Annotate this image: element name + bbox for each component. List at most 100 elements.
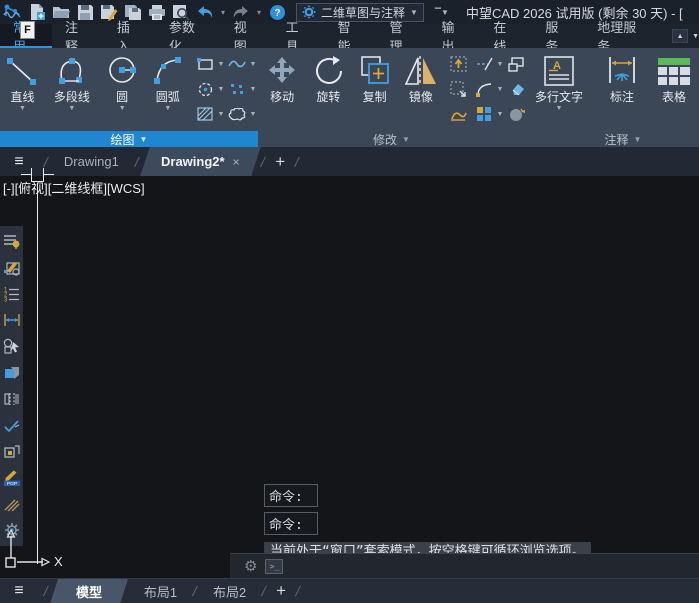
line-button[interactable]: 直线 ▼ <box>2 48 43 113</box>
doc-tab-drawing2[interactable]: Drawing2* × <box>140 147 260 176</box>
panel-title-annotate[interactable]: 注释 ▼ <box>525 131 699 147</box>
blend-icon[interactable] <box>449 105 467 123</box>
circle-dropdown-icon[interactable]: ▼ <box>119 104 126 113</box>
tab-view[interactable]: 视图 <box>221 24 273 48</box>
table-button[interactable]: 表格 <box>651 48 697 104</box>
spline-icon[interactable] <box>228 55 246 73</box>
quick-select-icon[interactable] <box>3 337 21 355</box>
viewport-visual-style-control[interactable]: [二维线框] <box>48 181 107 196</box>
doc-tab-drawing1[interactable]: Drawing1 <box>54 147 129 176</box>
scale-icon[interactable] <box>449 80 467 98</box>
align-icon[interactable] <box>507 55 525 73</box>
copy-icon <box>358 52 392 90</box>
mirror-tool-icon[interactable] <box>3 390 21 408</box>
panel-title-draw[interactable]: 绘图 ▼ <box>0 131 258 147</box>
polyline-check-icon[interactable] <box>3 417 21 435</box>
move-button[interactable]: 移动 <box>262 48 302 104</box>
tab-annotate[interactable]: 注释 <box>52 24 104 48</box>
polyline-dropdown-icon[interactable]: ▼ <box>68 104 75 113</box>
quick-dimension-icon[interactable] <box>3 311 21 329</box>
tab-parametric[interactable]: 参数化 <box>156 24 221 48</box>
viewport-ucs-control[interactable]: [WCS] <box>107 181 145 196</box>
viewport-view-control[interactable]: [俯视] <box>15 181 48 196</box>
edit-attribute-icon[interactable] <box>3 258 21 276</box>
layer-manager-icon[interactable] <box>3 232 21 250</box>
new-drawing-tab-icon[interactable]: + <box>275 152 285 172</box>
array-icon[interactable] <box>475 105 493 123</box>
keytip-f: F <box>20 21 35 39</box>
command-settings-gear-icon[interactable]: ⚙ <box>244 557 257 575</box>
block-editor-icon[interactable] <box>3 443 21 461</box>
revision-cloud-dropdown-icon[interactable]: ▼ <box>248 111 258 118</box>
mtext-button[interactable]: A 多行文字 ▼ <box>527 48 591 113</box>
print-icon[interactable] <box>146 2 168 22</box>
layout-tab-layout2[interactable]: 布局2 <box>203 579 256 603</box>
array-dropdown-icon[interactable]: ▼ <box>495 111 505 118</box>
redo-dropdown-icon[interactable]: ▾ <box>254 8 264 17</box>
rotate-button[interactable]: 旋转 <box>308 48 348 104</box>
layout-tab-model[interactable]: 模型 <box>50 579 128 603</box>
ellipse-icon[interactable] <box>196 80 214 98</box>
dimension-button[interactable]: 标注 <box>599 48 645 104</box>
ribbon-options-icon[interactable]: ▼ <box>692 33 699 40</box>
tab-separator: / <box>261 583 268 599</box>
tab-manage[interactable]: 管理 <box>377 24 429 48</box>
revision-cloud-icon[interactable] <box>228 105 246 123</box>
panel-modify: 移动 旋转 复制 镜像 <box>258 48 525 147</box>
mtext-dropdown-icon[interactable]: ▼ <box>556 104 563 113</box>
drawing-canvas[interactable]: [-][俯视][二维线框][WCS] 123 PGP 命令: 命令: 当前处于“… <box>0 176 699 578</box>
ellipse-dropdown-icon[interactable]: ▼ <box>216 86 226 93</box>
svg-text:?: ? <box>274 8 280 19</box>
layout-tab-layout1[interactable]: 布局1 <box>134 579 187 603</box>
circle-icon <box>105 52 139 90</box>
block-insert-icon[interactable] <box>3 364 21 382</box>
tab-tools[interactable]: 工具 <box>273 24 325 48</box>
arc-button[interactable]: 圆弧 ▼ <box>144 48 192 113</box>
arc-dropdown-icon[interactable]: ▼ <box>164 104 171 113</box>
pgp-edit-icon[interactable]: PGP <box>3 469 21 487</box>
panel-title-modify[interactable]: 修改 ▼ <box>258 131 525 147</box>
rectangle-icon[interactable] <box>196 55 214 73</box>
hatch-lines-icon[interactable] <box>3 496 21 514</box>
viewport-minimize-control[interactable]: [-] <box>3 181 15 196</box>
spline-dropdown-icon[interactable]: ▼ <box>248 61 258 68</box>
tab-output[interactable]: 输出 <box>428 24 480 48</box>
document-tab-bar: ≡ / Drawing1 / Drawing2* × / + / <box>0 147 699 176</box>
zwcad-window: ▾ ▾ ? 二维草图与注释 ▼ ▔▼ 中望CAD 2026 试用版 (剩余 30… <box>0 0 699 603</box>
fillet-icon[interactable] <box>475 80 493 98</box>
tab-smart[interactable]: 智能 <box>325 24 377 48</box>
fillet-dropdown-icon[interactable]: ▼ <box>495 86 505 93</box>
polyline-icon <box>55 52 89 90</box>
explode-icon[interactable] <box>507 105 525 123</box>
mirror-button[interactable]: 镜像 <box>401 48 441 104</box>
tab-home[interactable]: 常用 F <box>0 24 52 48</box>
number-list-icon[interactable]: 123 <box>3 285 21 303</box>
point-icon[interactable] <box>228 80 246 98</box>
tab-online[interactable]: 在线 <box>480 24 532 48</box>
hatch-icon[interactable] <box>196 105 214 123</box>
table-icon <box>656 52 692 90</box>
command-input[interactable] <box>291 556 699 576</box>
undo-dropdown-icon[interactable]: ▾ <box>218 8 228 17</box>
tab-insert[interactable]: 插入 <box>104 24 156 48</box>
close-tab-icon[interactable]: × <box>232 155 239 169</box>
rectangle-dropdown-icon[interactable]: ▼ <box>216 61 226 68</box>
tab-separator: / <box>191 583 198 599</box>
trim-dropdown-icon[interactable]: ▼ <box>495 61 505 68</box>
tab-services[interactable]: 服务 <box>532 24 584 48</box>
polyline-button[interactable]: 多段线 ▼ <box>43 48 101 113</box>
layout-tabs-menu-icon[interactable]: ≡ <box>0 582 38 600</box>
copy-button[interactable]: 复制 <box>355 48 395 104</box>
ribbon-collapse-icon[interactable]: ▲ <box>672 29 688 43</box>
trim-icon[interactable] <box>475 55 493 73</box>
hatch-dropdown-icon[interactable]: ▼ <box>216 111 226 118</box>
erase-icon[interactable] <box>507 80 525 98</box>
tab-geo[interactable]: 地理服务 <box>584 24 662 48</box>
line-dropdown-icon[interactable]: ▼ <box>19 104 26 113</box>
quick-access-customize-icon[interactable]: ▔▼ <box>434 8 450 17</box>
point-dropdown-icon[interactable]: ▼ <box>248 86 258 93</box>
stretch-icon[interactable] <box>449 55 467 73</box>
new-layout-icon[interactable]: + <box>276 581 286 601</box>
arc-icon <box>151 52 185 90</box>
circle-button[interactable]: 圆 ▼ <box>101 48 144 113</box>
